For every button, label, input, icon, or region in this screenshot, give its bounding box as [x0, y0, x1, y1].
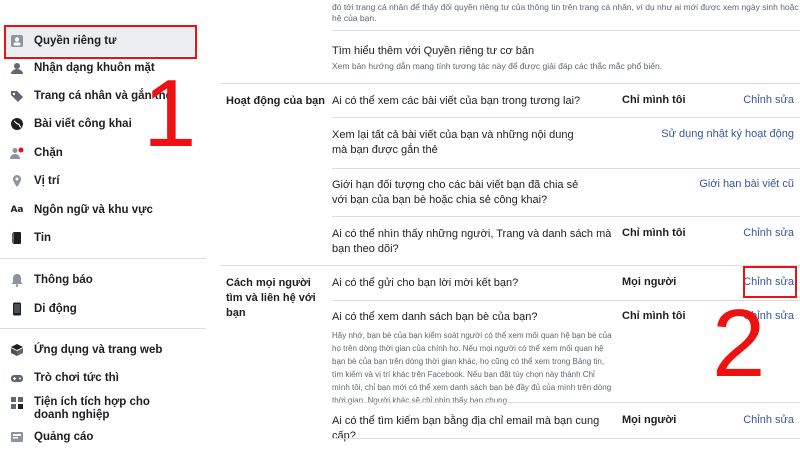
- sidebar-item-label: Tiện ích tích hợp cho doanh nghiệp: [34, 396, 150, 421]
- globe-icon: [10, 117, 24, 131]
- sidebar-item-label: Di động: [34, 303, 77, 315]
- location-pin-icon: [10, 174, 24, 188]
- edit-link[interactable]: Chỉnh sửa: [743, 227, 794, 239]
- question-text: Ai có thể xem danh sách bạn bè của bạn?: [332, 311, 538, 323]
- activity-question: Ai có thể nhìn thấy những người, Trang v…: [332, 228, 612, 255]
- learn-description: Xem bản hướng dẫn mang tính tương tác nà…: [332, 61, 663, 71]
- contact-question: Ai có thể tìm kiếm bạn bằng địa chỉ emai…: [332, 415, 600, 442]
- row-divider: [332, 402, 800, 403]
- section-divider: [220, 265, 800, 266]
- mobile-icon: [10, 302, 24, 316]
- sidebar-item-apps-websites[interactable]: Ứng dụng và trang web: [4, 340, 194, 360]
- row-divider: [332, 30, 800, 31]
- sidebar-item-label: Vị trí: [34, 175, 60, 187]
- learn-privacy-basics[interactable]: Tìm hiểu thêm với Quyền riêng tư cơ bản …: [332, 44, 752, 72]
- highlight-box-privacy: [4, 25, 197, 59]
- section-divider: [220, 83, 800, 84]
- contact-value: Mọi người: [622, 276, 677, 288]
- annotation-number-2: 2: [712, 290, 766, 397]
- sidebar-item-label: Quảng cáo: [34, 431, 94, 443]
- contact-question-friends-list: Ai có thể xem danh sách bạn bè của bạn? …: [332, 310, 612, 407]
- sidebar-item-label: Nhận dạng khuôn mặt: [34, 62, 155, 74]
- learn-title: Tìm hiểu thêm với Quyền riêng tư cơ bản: [332, 45, 535, 57]
- activity-question: Giới hạn đối tượng cho các bài viết bạn …: [332, 179, 579, 206]
- sidebar-item-label: Tin: [34, 232, 52, 244]
- sidebar-divider: [0, 258, 206, 259]
- sidebar-item-label: Thông báo: [34, 274, 93, 286]
- game-icon: [10, 371, 24, 385]
- sidebar-item-label: Chặn: [34, 147, 63, 159]
- sidebar-item-label: Ứng dụng và trang web: [34, 344, 163, 356]
- row-divider: [332, 117, 800, 118]
- activity-log-link[interactable]: Sử dụng nhật ký hoạt động: [661, 128, 794, 140]
- limit-past-posts-link[interactable]: Giới hạn bài viết cũ: [699, 178, 794, 190]
- sidebar-item-stories[interactable]: Tin: [4, 228, 194, 248]
- sidebar-item-business-integrations[interactable]: Tiện ích tích hợp cho doanh nghiệp: [4, 396, 194, 422]
- activity-value: Chỉ mình tôi: [622, 94, 686, 106]
- edit-link[interactable]: Chỉnh sửa: [743, 94, 794, 106]
- tag-icon: [10, 89, 24, 103]
- privacy-intro-text: đó tới trang cá nhân để thấy đối quyền r…: [332, 2, 800, 23]
- sidebar-item-language-region[interactable]: Aa Ngôn ngữ và khu vực: [4, 200, 194, 220]
- sidebar-item-instant-games[interactable]: Trò chơi tức thì: [4, 368, 194, 388]
- activity-question: Ai có thể xem các bài viết của bạn trong…: [332, 95, 581, 107]
- sidebar-item-label: Ngôn ngữ và khu vực: [34, 204, 153, 216]
- business-integration-icon: [10, 396, 24, 410]
- sidebar-item-label: Bài viết công khai: [34, 118, 132, 130]
- edit-link[interactable]: Chỉnh sửa: [743, 414, 794, 426]
- sidebar-divider: [0, 328, 206, 329]
- activity-question: Xem lại tất cả bài viết của bạn và những…: [332, 129, 574, 156]
- sidebar-item-label: Trò chơi tức thì: [34, 372, 119, 384]
- row-divider: [332, 216, 800, 217]
- privacy-settings-panel: đó tới trang cá nhân để thấy đối quyền r…: [206, 0, 800, 450]
- annotation-number-1: 1: [143, 60, 197, 167]
- section-title-activity: Hoạt động của bạn: [226, 95, 325, 107]
- sidebar-item-mobile[interactable]: Di động: [4, 299, 194, 319]
- row-divider: [332, 438, 800, 439]
- question-description: Hãy nhớ, bạn bè của bạn kiểm soát người …: [332, 331, 612, 405]
- contact-value: Chỉ mình tôi: [622, 310, 686, 322]
- sidebar-item-ads[interactable]: Quảng cáo: [4, 428, 194, 446]
- row-divider: [332, 168, 800, 169]
- section-title-contact: Cách mọi người tìm và liên hệ với bạn: [226, 277, 316, 319]
- face-recognition-icon: [10, 61, 24, 75]
- ads-icon: [10, 430, 24, 444]
- apps-icon: [10, 343, 24, 357]
- sidebar-item-notifications[interactable]: Thông báo: [4, 270, 194, 290]
- activity-value: Chỉ mình tôi: [622, 227, 686, 239]
- contact-value: Mọi người: [622, 414, 677, 426]
- contact-question: Ai có thể gửi cho bạn lời mời kết bạn?: [332, 277, 519, 289]
- sidebar-item-location[interactable]: Vị trí: [4, 171, 194, 191]
- book-icon: [10, 231, 24, 245]
- bell-icon: [10, 273, 24, 287]
- language-icon: Aa: [10, 205, 24, 215]
- block-user-icon: [10, 146, 24, 160]
